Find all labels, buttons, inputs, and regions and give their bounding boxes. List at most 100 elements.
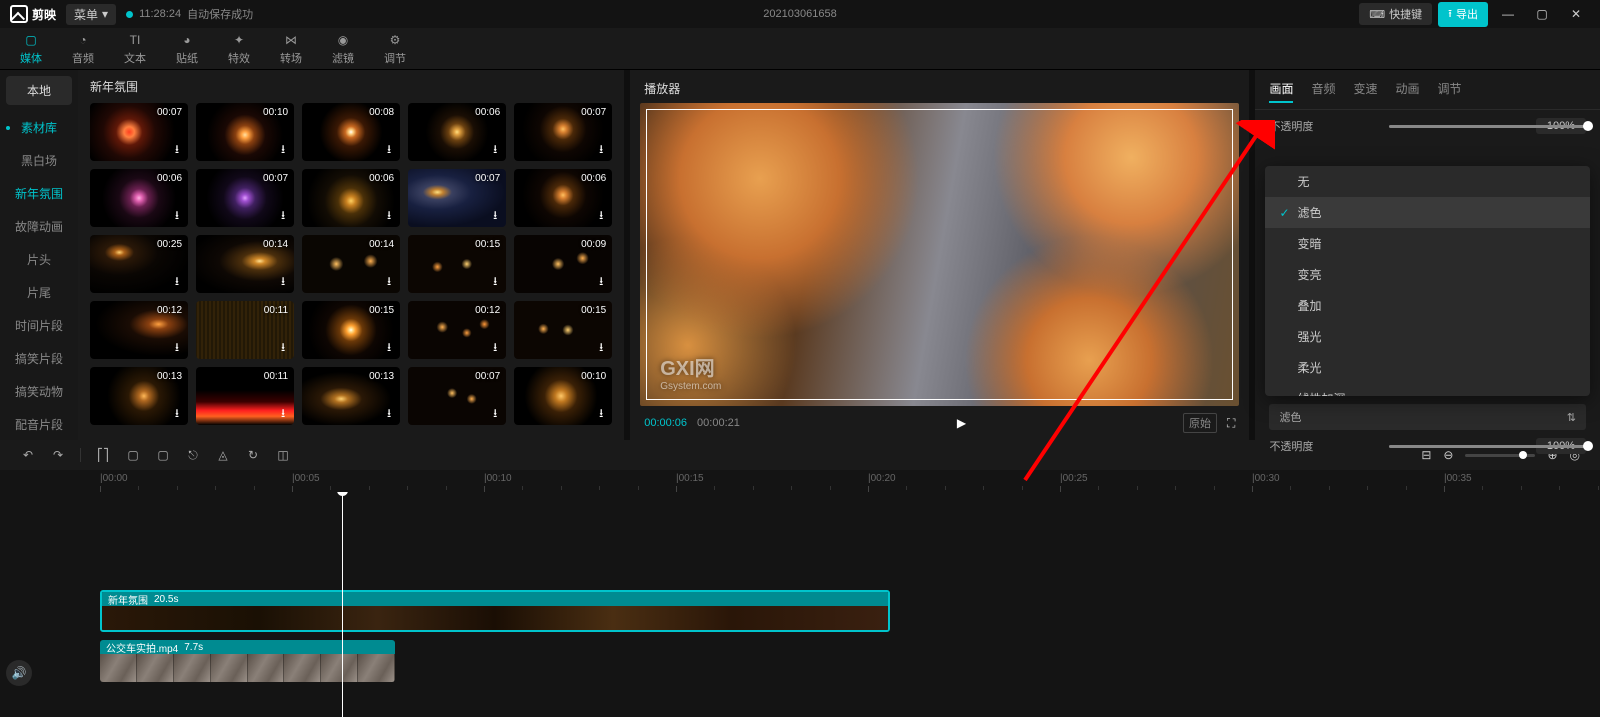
sidebar-item-intro[interactable]: 片头 — [0, 243, 78, 276]
material-item[interactable]: 00:10⭳ — [196, 103, 294, 161]
crop-button[interactable]: ◫ — [275, 448, 291, 462]
material-item[interactable]: 00:15⭳ — [408, 235, 506, 293]
tab-sticker[interactable]: ◕贴纸 — [176, 32, 198, 66]
clip-main[interactable]: 公交车实拍.mp4 7.7s — [100, 640, 395, 682]
props-tab-picture[interactable]: 画面 — [1269, 80, 1293, 103]
material-item[interactable]: 00:09⭳ — [514, 235, 612, 293]
material-item[interactable]: 00:12⭳ — [90, 301, 188, 359]
delete-left-button[interactable]: ▢ — [125, 448, 141, 462]
blend-option[interactable]: 叠加 — [1265, 290, 1590, 321]
timeline-ruler[interactable]: |00:00|00:05|00:10|00:15|00:20|00:25|00:… — [62, 470, 1600, 492]
blend-select[interactable]: 滤色 ⇅ — [1269, 404, 1586, 430]
freeze-button[interactable]: ⎋ — [185, 448, 201, 463]
download-icon[interactable]: ⭳ — [170, 209, 184, 223]
sidebar-item-newyear[interactable]: 新年氛围 — [0, 177, 78, 210]
sidebar-item-glitch[interactable]: 故障动画 — [0, 210, 78, 243]
download-icon[interactable]: ⭳ — [594, 209, 608, 223]
timeline-tracks[interactable]: 🔊 新年氛围 20.5s 公交车实拍.mp4 7.7s — [0, 492, 1600, 717]
blend-option[interactable]: 线性加深 — [1265, 383, 1590, 396]
sidebar-item-library[interactable]: 素材库 — [0, 111, 78, 144]
fullscreen-button[interactable]: ⛶ — [1227, 416, 1235, 431]
tab-effect[interactable]: ✦特效 — [228, 32, 250, 66]
blend-dropdown[interactable]: 无✓滤色变暗变亮叠加强光柔光线性加深颜色加深颜色减淡正片叠底 — [1265, 166, 1590, 396]
original-ratio-button[interactable]: 原始 — [1183, 413, 1217, 433]
sidebar-item-funny[interactable]: 搞笑片段 — [0, 342, 78, 375]
material-item[interactable]: 00:06⭳ — [514, 169, 612, 227]
play-button[interactable]: ▶ — [957, 416, 966, 430]
material-item[interactable]: 00:07⭳ — [196, 169, 294, 227]
material-item[interactable]: 00:15⭳ — [514, 301, 612, 359]
material-item[interactable]: 00:13⭳ — [302, 367, 400, 425]
export-button[interactable]: ⭱ 导出 — [1438, 2, 1488, 27]
blend-option[interactable]: 强光 — [1265, 321, 1590, 352]
delete-right-button[interactable]: ▢ — [155, 448, 171, 462]
download-icon[interactable]: ⭳ — [382, 209, 396, 223]
tab-audio[interactable]: ◔音频 — [72, 32, 94, 66]
download-icon[interactable]: ⭳ — [170, 143, 184, 157]
mirror-button[interactable]: ◬ — [215, 448, 231, 462]
download-icon[interactable]: ⭳ — [488, 275, 502, 289]
maximize-button[interactable]: ▢ — [1528, 7, 1556, 21]
close-button[interactable]: ✕ — [1562, 7, 1590, 21]
download-icon[interactable]: ⭳ — [594, 407, 608, 421]
shortcuts-button[interactable]: ⌨ 快捷键 — [1359, 3, 1432, 25]
download-icon[interactable]: ⭳ — [594, 275, 608, 289]
download-icon[interactable]: ⭳ — [276, 209, 290, 223]
download-icon[interactable]: ⭳ — [276, 407, 290, 421]
sidebar-item-voiceover[interactable]: 配音片段 — [0, 408, 78, 441]
material-item[interactable]: 00:07⭳ — [90, 103, 188, 161]
download-icon[interactable]: ⭳ — [170, 341, 184, 355]
props-tab-adjust[interactable]: 调节 — [1438, 80, 1462, 103]
sidebar-item-animals[interactable]: 搞笑动物 — [0, 375, 78, 408]
zoom-slider[interactable] — [1465, 454, 1535, 457]
material-item[interactable]: 00:06⭳ — [90, 169, 188, 227]
material-item[interactable]: 00:12⭳ — [408, 301, 506, 359]
sidebar-header-local[interactable]: 本地 — [6, 76, 72, 105]
download-icon[interactable]: ⭳ — [594, 143, 608, 157]
material-item[interactable]: 00:25⭳ — [90, 235, 188, 293]
blend-option[interactable]: 变亮 — [1265, 259, 1590, 290]
material-item[interactable]: 00:11⭳ — [196, 301, 294, 359]
opacity2-slider[interactable] — [1389, 445, 1588, 448]
material-item[interactable]: 00:13⭳ — [90, 367, 188, 425]
material-item[interactable]: 00:14⭳ — [302, 235, 400, 293]
download-icon[interactable]: ⭳ — [276, 143, 290, 157]
opacity-slider[interactable] — [1389, 125, 1588, 128]
material-item[interactable]: 00:14⭳ — [196, 235, 294, 293]
download-icon[interactable]: ⭳ — [276, 341, 290, 355]
split-button[interactable]: ⎡⎤ — [95, 448, 111, 462]
material-item[interactable]: 00:11⭳ — [196, 367, 294, 425]
tab-adjust[interactable]: ⚙调节 — [384, 32, 406, 66]
props-tab-speed[interactable]: 变速 — [1353, 80, 1377, 103]
player-viewport[interactable]: GXI网 Gsystem.com — [640, 103, 1239, 406]
material-item[interactable]: 00:06⭳ — [408, 103, 506, 161]
material-item[interactable]: 00:08⭳ — [302, 103, 400, 161]
download-icon[interactable]: ⭳ — [170, 407, 184, 421]
download-icon[interactable]: ⭳ — [382, 341, 396, 355]
download-icon[interactable]: ⭳ — [170, 275, 184, 289]
menu-button[interactable]: 菜单 ▾ — [66, 4, 116, 25]
download-icon[interactable]: ⭳ — [488, 341, 502, 355]
material-item[interactable]: 00:10⭳ — [514, 367, 612, 425]
tab-transition[interactable]: ⋈转场 — [280, 32, 302, 66]
material-item[interactable]: 00:15⭳ — [302, 301, 400, 359]
undo-button[interactable]: ↶ — [20, 448, 36, 462]
material-item[interactable]: 00:07⭳ — [408, 367, 506, 425]
sidebar-item-time[interactable]: 时间片段 — [0, 309, 78, 342]
tab-media[interactable]: ▢媒体 — [20, 32, 42, 66]
props-tab-audio[interactable]: 音频 — [1311, 80, 1335, 103]
material-item[interactable]: 00:07⭳ — [514, 103, 612, 161]
clip-handle-right[interactable] — [888, 592, 890, 630]
blend-option[interactable]: 无 — [1265, 166, 1590, 197]
material-item[interactable]: 00:06⭳ — [302, 169, 400, 227]
clip-overlay[interactable]: 新年氛围 20.5s — [100, 590, 890, 632]
track-mute-button[interactable]: 🔊 — [6, 660, 32, 686]
rotate-button[interactable]: ↻ — [245, 448, 261, 462]
props-tab-anim[interactable]: 动画 — [1395, 80, 1419, 103]
redo-button[interactable]: ↷ — [50, 448, 66, 462]
download-icon[interactable]: ⭳ — [488, 407, 502, 421]
blend-option[interactable]: ✓滤色 — [1265, 197, 1590, 228]
download-icon[interactable]: ⭳ — [594, 341, 608, 355]
download-icon[interactable]: ⭳ — [488, 143, 502, 157]
download-icon[interactable]: ⭳ — [276, 275, 290, 289]
